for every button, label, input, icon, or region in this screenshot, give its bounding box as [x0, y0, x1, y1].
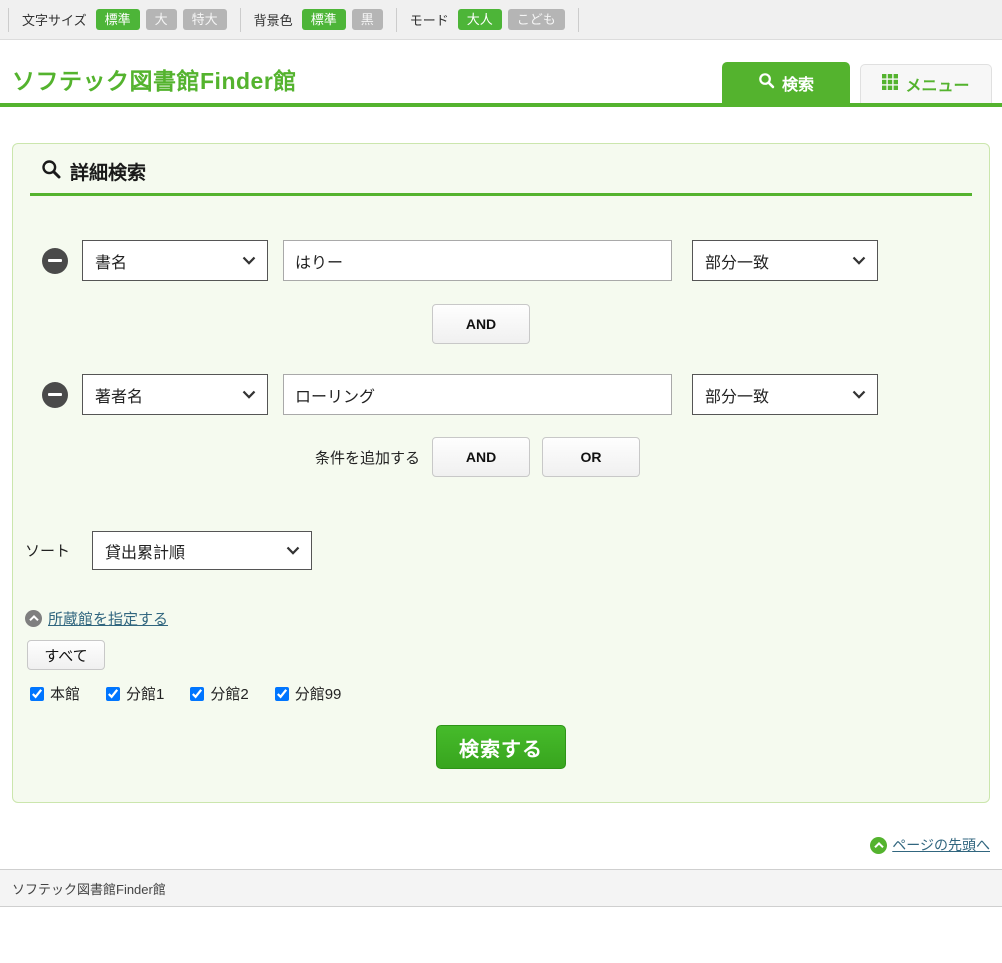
chevron-up-icon [25, 610, 42, 627]
mode-group: モード 大人 こども [403, 9, 572, 30]
chevron-down-icon [242, 252, 256, 270]
holdings-toggle-row: 所蔵館を指定する [25, 608, 989, 629]
bg-color-black-button[interactable]: 黒 [352, 9, 383, 30]
tab-menu[interactable]: メニュー [860, 64, 992, 103]
header-tabs: 検索 メニュー [722, 62, 992, 103]
library-label: 本館 [50, 683, 80, 704]
and-divider: AND [432, 304, 989, 344]
library-label: 分館99 [295, 683, 342, 704]
font-size-label: 文字サイズ [22, 10, 87, 29]
back-to-top-row: ページの先頭へ [0, 835, 990, 855]
toolbar-divider [578, 8, 579, 32]
chevron-up-icon [870, 837, 887, 854]
toolbar-divider [396, 8, 397, 32]
field-select-2[interactable]: 著者名 [82, 374, 268, 415]
add-condition-label: 条件を追加する [315, 447, 420, 468]
condition-row-2: 著者名 部分一致 [42, 374, 989, 415]
search-icon [41, 159, 61, 184]
back-to-top-link[interactable]: ページの先頭へ [892, 835, 990, 855]
field-select-2-value: 著者名 [95, 383, 143, 407]
sort-label: ソート [25, 540, 70, 561]
font-size-large-button[interactable]: 大 [146, 9, 177, 30]
holdings-toggle-link[interactable]: 所蔵館を指定する [48, 608, 168, 629]
search-icon [758, 72, 775, 94]
tab-search[interactable]: 検索 [722, 62, 850, 103]
mode-kids-button[interactable]: こども [508, 9, 565, 30]
mode-adult-button[interactable]: 大人 [458, 9, 502, 30]
advanced-search-panel: 詳細検索 書名 部分一致 AND [12, 143, 990, 803]
sort-select[interactable]: 貸出累計順 [92, 531, 312, 570]
site-title: ソフテック図書館Finder館 [12, 62, 297, 96]
toolbar-divider [240, 8, 241, 32]
library-label: 分館1 [126, 683, 164, 704]
remove-condition-button[interactable] [42, 382, 68, 408]
match-select-1[interactable]: 部分一致 [692, 240, 878, 281]
font-size-standard-button[interactable]: 標準 [96, 9, 140, 30]
keyword-input-2[interactable] [283, 374, 672, 415]
add-condition-row: 条件を追加する AND OR [315, 437, 989, 477]
and-divider-button[interactable]: AND [432, 304, 530, 344]
page-title: 詳細検索 [70, 158, 146, 185]
toolbar-divider [8, 8, 9, 32]
checkbox[interactable] [275, 687, 289, 701]
match-select-1-value: 部分一致 [705, 249, 769, 273]
chevron-down-icon [286, 542, 300, 560]
library-checkbox-branch1[interactable]: 分館1 [106, 683, 164, 704]
mode-label: モード [410, 10, 449, 29]
checkbox[interactable] [190, 687, 204, 701]
bg-color-label: 背景色 [254, 10, 293, 29]
field-select-1-value: 書名 [95, 249, 127, 273]
library-checkbox-branch2[interactable]: 分館2 [190, 683, 248, 704]
font-size-group: 文字サイズ 標準 大 特大 [15, 9, 234, 30]
match-select-2[interactable]: 部分一致 [692, 374, 878, 415]
remove-condition-button[interactable] [42, 248, 68, 274]
sort-select-value: 貸出累計順 [105, 539, 185, 563]
bg-color-standard-button[interactable]: 標準 [302, 9, 346, 30]
panel-rule [30, 193, 972, 196]
chevron-down-icon [242, 386, 256, 404]
select-all-libraries-button[interactable]: すべて [27, 640, 105, 670]
sort-row: ソート 貸出累計順 [25, 531, 989, 570]
tab-menu-label: メニュー [905, 72, 969, 96]
library-label: 分館2 [210, 683, 248, 704]
add-and-button[interactable]: AND [432, 437, 530, 477]
grid-icon [882, 74, 898, 95]
font-size-xlarge-button[interactable]: 特大 [183, 9, 227, 30]
add-or-button[interactable]: OR [542, 437, 640, 477]
submit-row: 検索する [13, 725, 989, 769]
footer: ソフテック図書館Finder館 [0, 869, 1002, 907]
main-content: 詳細検索 書名 部分一致 AND [0, 107, 1002, 855]
panel-heading: 詳細検索 [41, 158, 959, 185]
match-select-2-value: 部分一致 [705, 383, 769, 407]
checkbox[interactable] [30, 687, 44, 701]
bg-color-group: 背景色 標準 黒 [247, 9, 390, 30]
accessibility-toolbar: 文字サイズ 標準 大 特大 背景色 標準 黒 モード 大人 こども [0, 0, 1002, 40]
condition-row-1: 書名 部分一致 [42, 240, 989, 281]
chevron-down-icon [852, 386, 866, 404]
field-select-1[interactable]: 書名 [82, 240, 268, 281]
checkbox[interactable] [106, 687, 120, 701]
library-checkbox-branch99[interactable]: 分館99 [275, 683, 342, 704]
library-checkbox-row: 本館 分館1 分館2 分館99 [30, 683, 989, 704]
search-submit-button[interactable]: 検索する [436, 725, 566, 769]
chevron-down-icon [852, 252, 866, 270]
tab-search-label: 検索 [782, 71, 814, 95]
keyword-input-1[interactable] [283, 240, 672, 281]
footer-site-title: ソフテック図書館Finder館 [12, 879, 166, 898]
site-header: ソフテック図書館Finder館 検索 メニュー [0, 40, 1002, 103]
library-checkbox-main[interactable]: 本館 [30, 683, 80, 704]
